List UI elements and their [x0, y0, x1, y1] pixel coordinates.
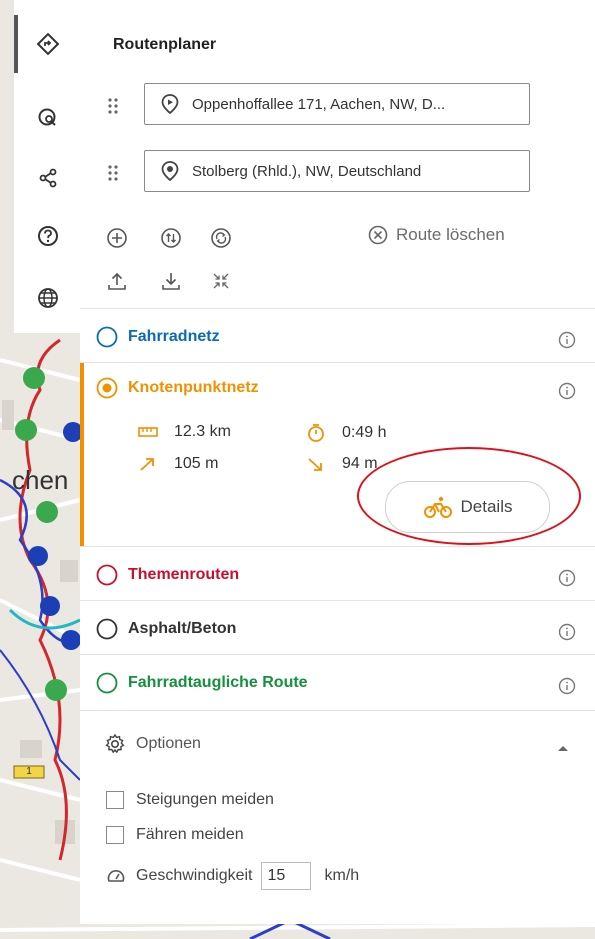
speedometer-icon [107, 870, 125, 882]
info-icon [558, 623, 576, 641]
download-button[interactable] [158, 268, 184, 294]
network-section-fahrradtaugliche-route: Fahrradtaugliche Route [80, 654, 595, 711]
loop-icon [211, 228, 231, 248]
add-waypoint-button[interactable] [104, 225, 130, 251]
stat-ascent: 105 m [138, 455, 218, 473]
clear-route-button[interactable]: Route löschen [368, 225, 505, 245]
collapse-options-button[interactable] [556, 740, 570, 758]
destination-location-input[interactable]: Stolberg (Rhld.), NW, Deutschland [144, 150, 530, 192]
network-label: Asphalt/Beton [128, 620, 237, 637]
avoid-ferries-checkbox[interactable] [106, 826, 124, 844]
info-icon [558, 331, 576, 349]
info-icon [558, 382, 576, 400]
radio-unchecked-icon [96, 672, 118, 694]
share-nav-button[interactable] [18, 156, 78, 200]
upload-button[interactable] [104, 268, 130, 294]
share-icon [39, 168, 57, 188]
info-button[interactable] [557, 330, 577, 350]
caret-up-icon [558, 746, 568, 751]
divider [80, 710, 595, 711]
download-icon [162, 273, 180, 290]
speed-input[interactable] [260, 862, 311, 890]
distance-value: 12.3 km [174, 423, 231, 440]
collapse-button[interactable] [208, 268, 234, 294]
gear-icon [105, 733, 125, 754]
upload-icon [108, 272, 126, 290]
stat-descent: 94 m [306, 455, 378, 473]
globe-search-icon [38, 108, 56, 126]
drag-handle-icon[interactable] [102, 95, 124, 117]
collapse-arrows-icon [213, 273, 229, 289]
descent-arrow-icon [308, 458, 322, 471]
network-label: Knotenpunktnetz [128, 379, 259, 396]
stopwatch-icon [308, 424, 324, 442]
info-icon [558, 677, 576, 695]
network-section-asphalt-beton: Asphalt/Beton [80, 600, 595, 655]
drag-handle-icon[interactable] [102, 162, 124, 184]
destination-pin-icon [161, 161, 179, 181]
swap-vertical-icon [161, 228, 181, 248]
route-diamond-icon [37, 33, 59, 55]
options-toggle[interactable]: Optionen [104, 733, 201, 755]
help-nav-button[interactable] [18, 214, 78, 258]
stat-duration: 0:49 h [306, 423, 386, 443]
stat-distance: 12.3 km [138, 423, 231, 441]
options-title: Optionen [136, 735, 201, 752]
waypoint-row-destination: Stolberg (Rhld.), NW, Deutschland [102, 150, 532, 194]
radio-unchecked-icon [96, 564, 118, 586]
network-label: Themenrouten [128, 566, 240, 583]
map-search-nav-button[interactable] [18, 96, 78, 140]
clear-route-label: Route löschen [396, 225, 505, 244]
radio-checked-icon [96, 377, 118, 399]
route-planner-nav-button[interactable] [18, 22, 78, 66]
reverse-route-button[interactable] [158, 225, 184, 251]
map-place-label: chen [12, 465, 69, 495]
network-option-themenrouten[interactable]: Themenrouten [96, 564, 239, 586]
globe-icon [38, 288, 58, 308]
destination-location-value: Stolberg (Rhld.), NW, Deutschland [192, 162, 422, 180]
start-location-input[interactable]: Oppenhoffallee 171, Aachen, NW, D... [144, 83, 530, 125]
avoid-slopes-label: Steigungen meiden [136, 791, 274, 808]
network-option-fahrradnetz[interactable]: Fahrradnetz [96, 326, 220, 348]
info-icon [558, 569, 576, 587]
ascent-value: 105 m [174, 455, 219, 472]
network-label: Fahrradnetz [128, 328, 220, 345]
help-icon [38, 226, 58, 246]
network-label: Fahrradtaugliche Route [128, 674, 308, 691]
page-title: Routenplaner [113, 36, 217, 53]
ascent-arrow-icon [140, 458, 154, 471]
avoid-ferries-checkbox-row[interactable]: Fähren meiden [106, 826, 244, 844]
duration-value: 0:49 h [342, 424, 387, 441]
round-trip-button[interactable] [208, 225, 234, 251]
plus-circle-icon [107, 228, 127, 248]
ruler-icon [138, 427, 158, 437]
speed-row: Geschwindigkeit km/h [106, 862, 359, 890]
radio-unchecked-icon [96, 326, 118, 348]
network-option-knotenpunktnetz[interactable]: Knotenpunktnetz [96, 377, 259, 399]
speed-label: Geschwindigkeit [136, 867, 253, 884]
road-number-badge: 1 [26, 766, 32, 777]
network-option-asphalt-beton[interactable]: Asphalt/Beton [96, 618, 236, 640]
waypoint-row-start: Oppenhoffallee 171, Aachen, NW, D... [102, 83, 532, 127]
network-option-fahrradtaugliche-route[interactable]: Fahrradtaugliche Route [96, 672, 308, 694]
info-button[interactable] [557, 568, 577, 588]
network-section-fahrradnetz: Fahrradnetz [80, 308, 595, 363]
start-pin-icon [161, 94, 179, 114]
speed-unit: km/h [324, 867, 360, 884]
highlight-annotation [357, 447, 581, 545]
avoid-slopes-checkbox[interactable] [106, 791, 124, 809]
radio-unchecked-icon [96, 618, 118, 640]
info-button[interactable] [557, 676, 577, 696]
start-location-value: Oppenhoffallee 171, Aachen, NW, D... [192, 95, 446, 113]
avoid-ferries-label: Fähren meiden [136, 826, 244, 843]
selected-indicator [80, 363, 84, 547]
info-button[interactable] [557, 381, 577, 401]
network-section-themenrouten: Themenrouten [80, 546, 595, 601]
avoid-slopes-checkbox-row[interactable]: Steigungen meiden [106, 791, 274, 809]
close-circle-icon [368, 225, 388, 245]
language-nav-button[interactable] [18, 276, 78, 320]
info-button[interactable] [557, 622, 577, 642]
